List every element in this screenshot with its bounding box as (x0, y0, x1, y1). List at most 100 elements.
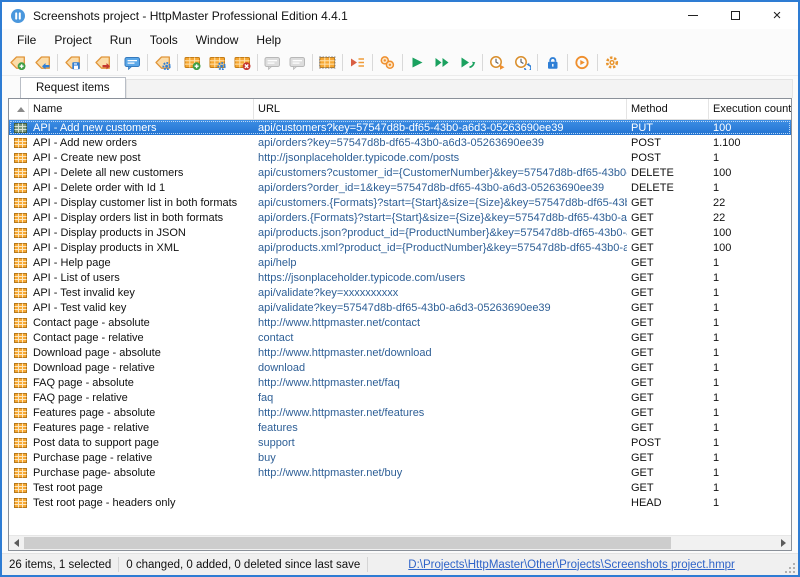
scrollbar-thumb[interactable] (24, 537, 671, 549)
cell-method: GET (627, 300, 709, 315)
request-item-icon (14, 438, 27, 448)
status-project-path-link[interactable]: D:\Projects\HttpMaster\Other\Projects\Sc… (368, 559, 784, 571)
table-row[interactable]: API - List of usershttps://jsonplacehold… (9, 270, 791, 285)
column-header-sort[interactable] (9, 99, 29, 119)
project-options-button[interactable] (150, 51, 175, 74)
add-request-item-button[interactable] (180, 51, 205, 74)
cell-count: 1 (709, 360, 791, 375)
project-security-button[interactable] (540, 51, 565, 74)
execute-selected-button[interactable] (455, 51, 480, 74)
cell-url: contact (254, 330, 627, 345)
scroll-right-button[interactable] (776, 536, 791, 550)
table-row[interactable]: Features page - relativefeaturesGET1 (9, 420, 791, 435)
column-header-name[interactable]: Name (29, 99, 254, 119)
table-row[interactable]: Test root pageGET1 (9, 480, 791, 495)
cell-name: Contact page - relative (29, 330, 254, 345)
cell-icon (9, 375, 29, 390)
execution-monitor-button[interactable] (570, 51, 595, 74)
column-header-url[interactable]: URL (254, 99, 627, 119)
request-item-icon (14, 363, 27, 373)
options-button[interactable] (600, 51, 625, 74)
cell-method: POST (627, 150, 709, 165)
play-double-icon (434, 55, 451, 70)
table-row[interactable]: API - Test valid keyapi/validate?key=575… (9, 300, 791, 315)
table-row[interactable]: API - Create new posthttp://jsonplacehol… (9, 150, 791, 165)
column-header-method[interactable]: Method (627, 99, 709, 119)
tab-strip-filler (126, 79, 793, 98)
menu-help[interactable]: Help (247, 31, 290, 49)
tab-request-items[interactable]: Request items (20, 77, 126, 98)
execution-sequence-button[interactable] (345, 51, 370, 74)
table-row[interactable]: API - Display customer list in both form… (9, 195, 791, 210)
cell-icon (9, 240, 29, 255)
menu-tools[interactable]: Tools (141, 31, 187, 49)
cell-icon (9, 390, 29, 405)
project-properties-button[interactable] (120, 51, 145, 74)
table-row[interactable]: Download page - absolutehttp://www.httpm… (9, 345, 791, 360)
request-item-icon (14, 468, 27, 478)
cell-count: 100 (709, 225, 791, 240)
maximize-button[interactable] (714, 2, 756, 29)
cell-name: API - Test invalid key (29, 285, 254, 300)
table-row[interactable]: API - Delete all new customersapi/custom… (9, 165, 791, 180)
item-chaining-button[interactable] (375, 51, 400, 74)
table-row[interactable]: API - Add new ordersapi/orders?key=57547… (9, 135, 791, 150)
close-button[interactable]: × (756, 2, 798, 29)
table-row[interactable]: Test root page - headers onlyHEAD1 (9, 495, 791, 510)
cell-method: PUT (627, 120, 709, 135)
table-row[interactable]: API - Help pageapi/helpGET1 (9, 255, 791, 270)
table-row[interactable]: Post data to support pagesupportPOST1 (9, 435, 791, 450)
comment-gray-icon (289, 55, 306, 70)
table-row[interactable]: Purchase page- absolutehttp://www.httpma… (9, 465, 791, 480)
cell-name: API - Display products in XML (29, 240, 254, 255)
execution-schedule-button[interactable] (510, 51, 535, 74)
edit-request-item-button[interactable] (205, 51, 230, 74)
cell-url: api/orders?order_id=1&key=57547d8b-df65-… (254, 180, 627, 195)
cell-count: 1 (709, 390, 791, 405)
cell-method: DELETE (627, 165, 709, 180)
cell-icon (9, 120, 29, 135)
cell-method: POST (627, 135, 709, 150)
close-project-button[interactable] (90, 51, 115, 74)
close-icon: × (773, 8, 782, 23)
scrollbar-track[interactable] (24, 536, 776, 550)
save-project-button[interactable] (60, 51, 85, 74)
tag-plus-icon (9, 55, 26, 70)
cell-icon (9, 180, 29, 195)
cell-method: GET (627, 315, 709, 330)
table-row[interactable]: API - Display orders list in both format… (9, 210, 791, 225)
minimize-button[interactable] (672, 2, 714, 29)
table-row[interactable]: Purchase page - relativebuyGET1 (9, 450, 791, 465)
open-project-button[interactable] (30, 51, 55, 74)
execute-all-button[interactable] (430, 51, 455, 74)
new-project-button[interactable] (5, 51, 30, 74)
cell-method: GET (627, 225, 709, 240)
menu-window[interactable]: Window (187, 31, 248, 49)
table-row[interactable]: API - Test invalid keyapi/validate?key=x… (9, 285, 791, 300)
request-items-list-button[interactable] (315, 51, 340, 74)
table-row[interactable]: API - Delete order with Id 1api/orders?o… (9, 180, 791, 195)
menu-project[interactable]: Project (45, 31, 100, 49)
table-row[interactable]: Download page - relativedownloadGET1 (9, 360, 791, 375)
scroll-left-button[interactable] (9, 536, 24, 550)
table-row[interactable]: API - Display products in XMLapi/product… (9, 240, 791, 255)
execution-history-button[interactable] (485, 51, 510, 74)
column-header-count[interactable]: Execution count (709, 99, 791, 119)
resize-grip[interactable] (784, 554, 798, 575)
table-row[interactable]: FAQ page - absolutehttp://www.httpmaster… (9, 375, 791, 390)
toolbar-separator (482, 54, 483, 71)
item-comment-button[interactable] (260, 51, 285, 74)
table-row[interactable]: API - Display products in JSONapi/produc… (9, 225, 791, 240)
table-row[interactable]: Features page - absolutehttp://www.httpm… (9, 405, 791, 420)
menu-run[interactable]: Run (101, 31, 141, 49)
project-comment-button[interactable] (285, 51, 310, 74)
table-row[interactable]: Contact page - absolutehttp://www.httpma… (9, 315, 791, 330)
clock-arrow-icon (514, 55, 531, 70)
delete-request-item-button[interactable] (230, 51, 255, 74)
execute-item-button[interactable] (405, 51, 430, 74)
menu-file[interactable]: File (8, 31, 45, 49)
table-row[interactable]: Contact page - relativecontactGET1 (9, 330, 791, 345)
table-row[interactable]: API - Add new customersapi/customers?key… (9, 120, 791, 135)
table-row[interactable]: FAQ page - relativefaqGET1 (9, 390, 791, 405)
scroll-left-icon (14, 539, 19, 547)
